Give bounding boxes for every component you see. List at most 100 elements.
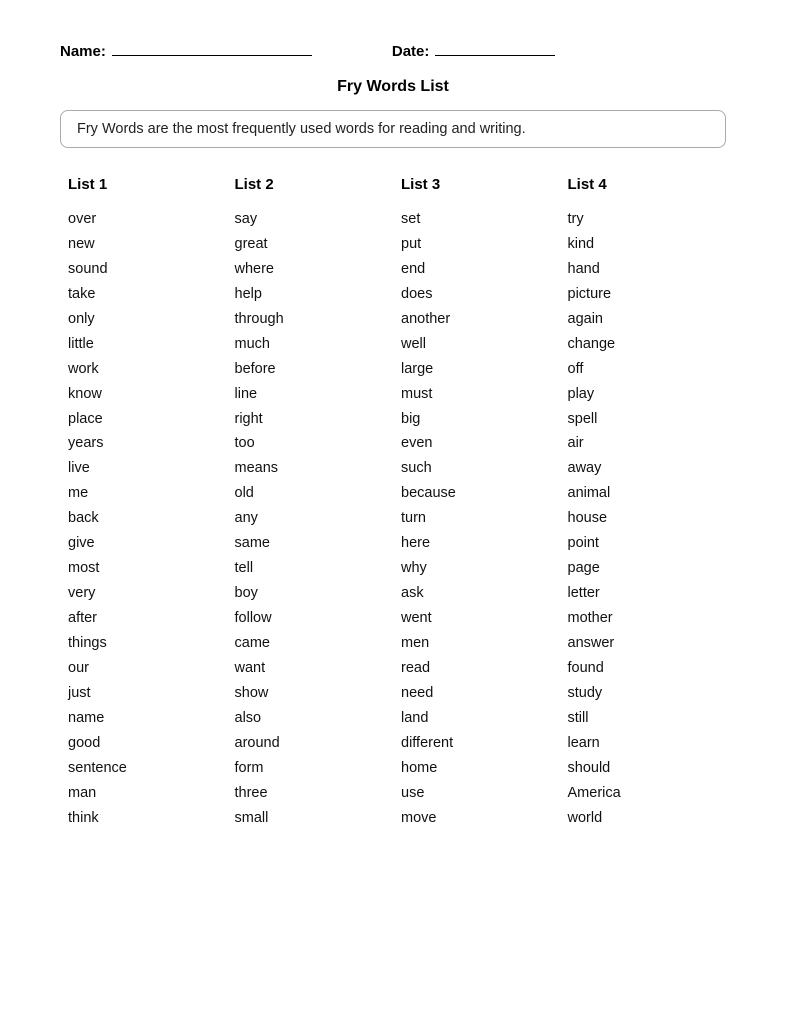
list-item: home — [401, 756, 552, 781]
list-item: new — [68, 232, 219, 257]
date-underline — [435, 40, 555, 56]
list-item: kind — [568, 232, 719, 257]
list-column-1: List 1overnewsoundtakeonlylittleworkknow… — [60, 176, 227, 830]
list-item: sentence — [68, 756, 219, 781]
list-item: turn — [401, 506, 552, 531]
list-item: such — [401, 456, 552, 481]
list-item: name — [68, 706, 219, 731]
list-item: great — [235, 232, 386, 257]
list-item: read — [401, 656, 552, 681]
list-item: came — [235, 631, 386, 656]
list-item: means — [235, 456, 386, 481]
list-item: page — [568, 556, 719, 581]
list-item: must — [401, 382, 552, 407]
list-item: air — [568, 431, 719, 456]
list-item: take — [68, 282, 219, 307]
list-item: off — [568, 357, 719, 382]
list-item: well — [401, 332, 552, 357]
list-item: also — [235, 706, 386, 731]
list-item: learn — [568, 731, 719, 756]
list-item: any — [235, 506, 386, 531]
list-item: move — [401, 806, 552, 831]
list-item: still — [568, 706, 719, 731]
list-item: after — [68, 606, 219, 631]
list-item: same — [235, 531, 386, 556]
list-item: small — [235, 806, 386, 831]
list-item: say — [235, 207, 386, 232]
list-item: show — [235, 681, 386, 706]
list-item: through — [235, 307, 386, 332]
list-item: right — [235, 407, 386, 432]
list-item: place — [68, 407, 219, 432]
list-item: back — [68, 506, 219, 531]
list-item: answer — [568, 631, 719, 656]
list-item: does — [401, 282, 552, 307]
list-item: animal — [568, 481, 719, 506]
list-item: old — [235, 481, 386, 506]
page-title: Fry Words List — [60, 78, 726, 96]
list-item: around — [235, 731, 386, 756]
list-header-1: List 1 — [68, 176, 219, 193]
list-item: most — [68, 556, 219, 581]
list-item: put — [401, 232, 552, 257]
list-item: give — [68, 531, 219, 556]
list-item: help — [235, 282, 386, 307]
list-item: line — [235, 382, 386, 407]
list-item: little — [68, 332, 219, 357]
list-item: large — [401, 357, 552, 382]
list-item: here — [401, 531, 552, 556]
list-item: things — [68, 631, 219, 656]
list-item: change — [568, 332, 719, 357]
list-item: picture — [568, 282, 719, 307]
list-item: letter — [568, 581, 719, 606]
list-item: three — [235, 781, 386, 806]
name-label: Name: — [60, 43, 106, 60]
list-item: land — [401, 706, 552, 731]
list-item: hand — [568, 257, 719, 282]
list-item: another — [401, 307, 552, 332]
list-item: away — [568, 456, 719, 481]
description-box: Fry Words are the most frequently used w… — [60, 110, 726, 148]
date-field: Date: — [392, 40, 556, 60]
name-field: Name: — [60, 40, 312, 60]
list-item: follow — [235, 606, 386, 631]
list-item: spell — [568, 407, 719, 432]
list-column-2: List 2saygreatwherehelpthroughmuchbefore… — [227, 176, 394, 830]
list-item: went — [401, 606, 552, 631]
list-item: only — [68, 307, 219, 332]
list-item: very — [68, 581, 219, 606]
list-item: should — [568, 756, 719, 781]
list-item: want — [235, 656, 386, 681]
name-underline — [112, 40, 312, 56]
list-item: ask — [401, 581, 552, 606]
list-item: work — [68, 357, 219, 382]
list-item: form — [235, 756, 386, 781]
list-item: our — [68, 656, 219, 681]
list-item: play — [568, 382, 719, 407]
list-item: just — [68, 681, 219, 706]
list-item: too — [235, 431, 386, 456]
list-item: found — [568, 656, 719, 681]
list-item: live — [68, 456, 219, 481]
word-lists-container: List 1overnewsoundtakeonlylittleworkknow… — [60, 176, 726, 830]
list-item: mother — [568, 606, 719, 631]
list-item: different — [401, 731, 552, 756]
list-item: even — [401, 431, 552, 456]
list-item: study — [568, 681, 719, 706]
list-header-3: List 3 — [401, 176, 552, 193]
list-item: think — [68, 806, 219, 831]
list-item: why — [401, 556, 552, 581]
list-item: men — [401, 631, 552, 656]
list-item: before — [235, 357, 386, 382]
list-item: end — [401, 257, 552, 282]
list-item: where — [235, 257, 386, 282]
list-item: set — [401, 207, 552, 232]
list-item: good — [68, 731, 219, 756]
list-item: over — [68, 207, 219, 232]
list-item: me — [68, 481, 219, 506]
list-item: world — [568, 806, 719, 831]
list-column-4: List 4trykindhandpictureagainchangeoffpl… — [560, 176, 727, 830]
list-item: man — [68, 781, 219, 806]
list-column-3: List 3setputenddoesanotherwelllargemustb… — [393, 176, 560, 830]
list-item: boy — [235, 581, 386, 606]
